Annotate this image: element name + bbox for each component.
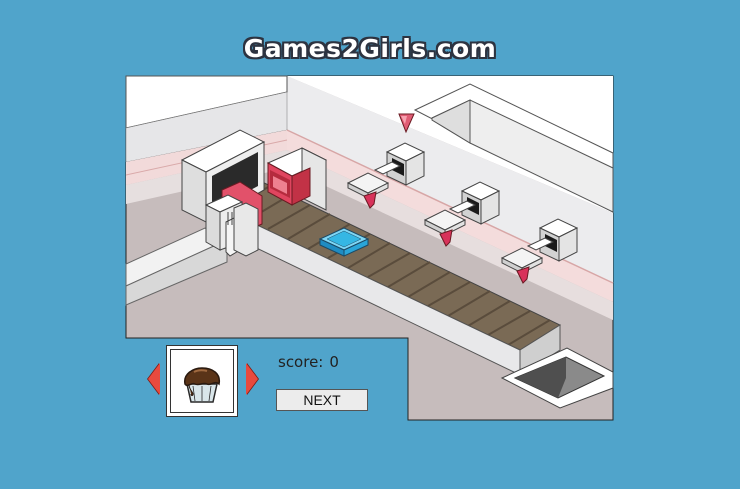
chocolate-cupcake-icon: [184, 367, 221, 403]
score-label: score:: [278, 353, 324, 371]
next-button[interactable]: NEXT: [276, 389, 368, 411]
previous-item-button[interactable]: [148, 363, 160, 395]
score-display: score: 0: [278, 353, 339, 371]
game-scene: [125, 75, 614, 421]
item-thumbnail: [166, 345, 238, 417]
next-item-button[interactable]: [246, 363, 258, 395]
score-value: 0: [329, 353, 339, 371]
